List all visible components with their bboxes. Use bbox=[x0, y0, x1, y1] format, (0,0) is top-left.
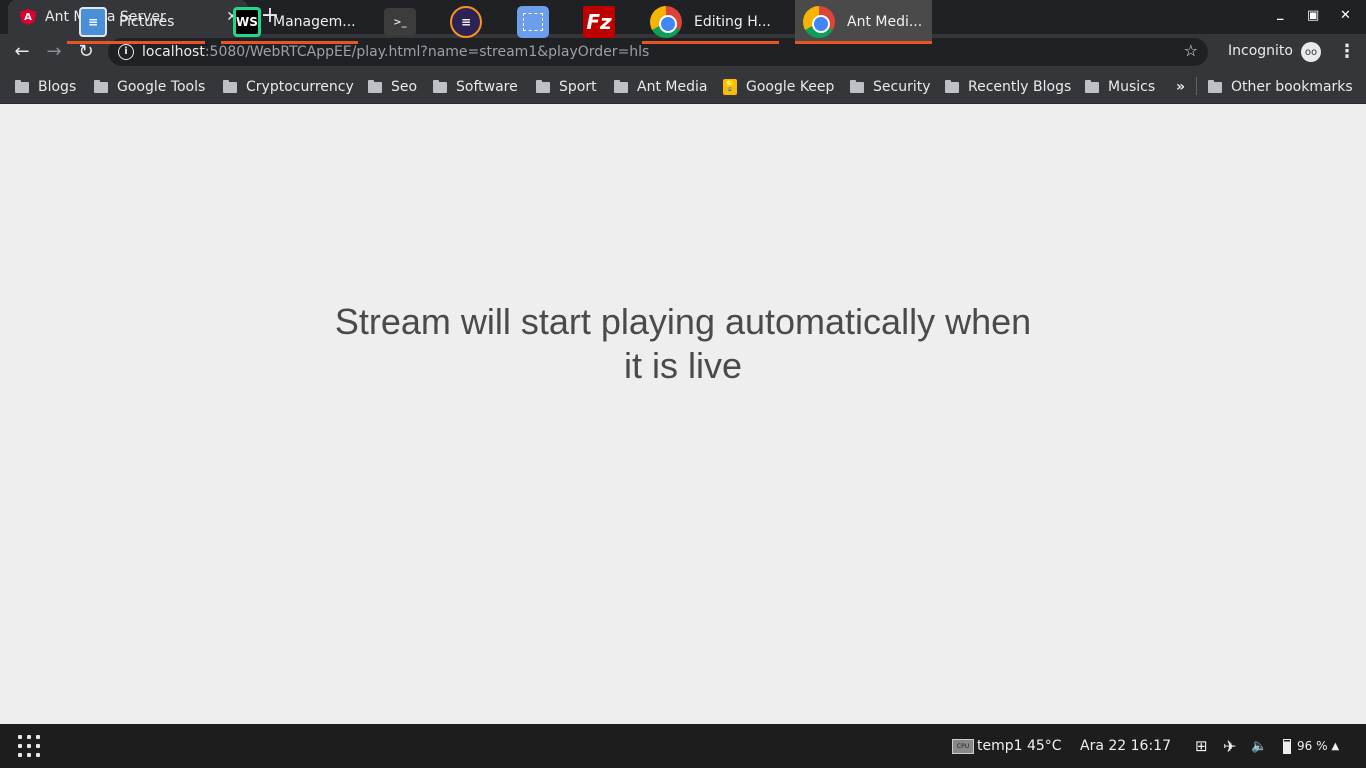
folder-icon bbox=[1085, 79, 1099, 93]
bookmark-sport[interactable]: Sport bbox=[536, 76, 597, 98]
bookmark-label: Musics bbox=[1108, 79, 1156, 95]
bookmark-musics[interactable]: Musics bbox=[1085, 76, 1155, 98]
folder-icon bbox=[1208, 79, 1222, 93]
terminal-icon: >_ bbox=[384, 8, 416, 36]
taskbar-item-label: Editing H... bbox=[694, 14, 771, 30]
bookmark-blogs[interactable]: Blogs bbox=[15, 76, 76, 98]
bookmark-label: Cryptocurrency bbox=[246, 79, 354, 95]
battery-icon bbox=[1283, 738, 1291, 754]
cpu-temp-label: temp1 45°C bbox=[977, 738, 1062, 754]
eclipse-icon: ≡ bbox=[450, 6, 482, 38]
url-host: localhost bbox=[142, 44, 205, 60]
forward-button[interactable]: → bbox=[42, 40, 66, 64]
folder-icon bbox=[433, 79, 447, 93]
airplane-mode-icon[interactable]: ✈ bbox=[1223, 724, 1236, 768]
stream-status-message: Stream will start playing automatically … bbox=[334, 301, 1032, 386]
bookmark-label: Google Keep bbox=[746, 79, 835, 95]
bookmark-label: Other bookmarks bbox=[1231, 79, 1353, 95]
bookmark-recently-blogs[interactable]: Recently Blogs bbox=[945, 76, 1071, 98]
bookmark-ant-media[interactable]: Ant Media bbox=[614, 76, 707, 98]
google-keep-icon: 💡 bbox=[723, 79, 737, 95]
bookmark-label: Seo bbox=[391, 79, 418, 95]
network-icon[interactable]: ⊞ bbox=[1195, 724, 1208, 768]
folder-icon bbox=[945, 79, 959, 93]
bookmark-software[interactable]: Software bbox=[433, 76, 518, 98]
taskbar-item-filezilla[interactable]: Fz bbox=[571, 0, 631, 44]
url-path: :5080/WebRTCAppEE/play.html?name=stream1… bbox=[204, 44, 650, 60]
bookmark-label: Software bbox=[456, 79, 518, 95]
page-content: Stream will start playing automatically … bbox=[0, 104, 1366, 724]
taskbar-item-chrome-editing[interactable]: Editing H... bbox=[642, 0, 779, 44]
taskbar-item-label: Managem... bbox=[273, 14, 356, 30]
bookmark-security[interactable]: Security bbox=[850, 76, 931, 98]
webstorm-icon: WS bbox=[233, 7, 261, 37]
folder-icon bbox=[850, 79, 864, 93]
incognito-icon[interactable]: oo bbox=[1301, 42, 1321, 62]
bookmark-google-keep[interactable]: 💡 Google Keep bbox=[723, 76, 834, 98]
bookmark-label: Security bbox=[873, 79, 931, 95]
battery-indicator[interactable]: 96 % ▲ bbox=[1283, 724, 1339, 768]
folder-icon bbox=[368, 79, 382, 93]
browser-menu-button[interactable]: ⋮ bbox=[1338, 41, 1356, 62]
bookmark-cryptocurrency[interactable]: Cryptocurrency bbox=[223, 76, 354, 98]
angular-icon: A bbox=[20, 9, 36, 25]
bookmarks-overflow-button[interactable]: » bbox=[1176, 76, 1185, 98]
incognito-label[interactable]: Incognito bbox=[1228, 43, 1293, 59]
clock[interactable]: Ara 22 16:17 bbox=[1080, 724, 1171, 768]
filezilla-icon: Fz bbox=[583, 6, 615, 38]
cpu-temp-indicator[interactable]: CPU temp1 45°C bbox=[952, 724, 1062, 768]
folder-icon bbox=[223, 79, 237, 93]
taskbar-item-eclipse[interactable]: ≡ bbox=[438, 0, 498, 44]
volume-icon[interactable]: 🔈 bbox=[1251, 724, 1267, 768]
taskbar-item-screenshot[interactable] bbox=[505, 0, 565, 44]
bookmark-star-icon[interactable]: ☆ bbox=[1184, 41, 1198, 60]
taskbar-item-terminal[interactable]: >_ bbox=[372, 0, 432, 44]
close-window-button[interactable]: ✕ bbox=[1340, 8, 1351, 23]
maximize-button[interactable]: ▣ bbox=[1307, 8, 1319, 23]
taskbar-item-label: Pictures bbox=[119, 14, 175, 30]
show-applications-icon[interactable] bbox=[18, 735, 40, 757]
bookmark-label: Sport bbox=[559, 79, 597, 95]
bookmark-label: Recently Blogs bbox=[968, 79, 1072, 95]
site-info-icon[interactable]: i bbox=[118, 44, 134, 60]
bookmark-google-tools[interactable]: Google Tools bbox=[94, 76, 205, 98]
bookmark-label: Google Tools bbox=[117, 79, 206, 95]
chrome-icon bbox=[803, 6, 835, 38]
folder-icon bbox=[94, 79, 108, 93]
back-button[interactable]: ← bbox=[10, 40, 34, 64]
bookmark-label: Ant Media bbox=[637, 79, 708, 95]
folder-icon bbox=[15, 79, 29, 93]
taskbar-item-chrome-ant-media[interactable]: Ant Medi... bbox=[795, 0, 932, 44]
bookmark-label: Blogs bbox=[38, 79, 77, 95]
screenshot-icon bbox=[517, 6, 549, 38]
folder-icon bbox=[614, 79, 628, 93]
taskbar-item-label: Ant Medi... bbox=[847, 14, 923, 30]
minimize-button[interactable]: _ bbox=[1277, 6, 1284, 21]
system-menu-arrow-icon: ▲ bbox=[1331, 740, 1340, 752]
bookmarks-separator bbox=[1196, 77, 1197, 95]
battery-percent: 96 % bbox=[1297, 739, 1328, 753]
chrome-icon bbox=[650, 6, 682, 38]
bookmark-seo[interactable]: Seo bbox=[368, 76, 417, 98]
taskbar-item-webstorm[interactable]: WS Managem... bbox=[221, 0, 358, 44]
cpu-icon: CPU bbox=[952, 738, 974, 754]
file-manager-icon: ≡ bbox=[79, 7, 107, 37]
taskbar-item-pictures[interactable]: ≡ Pictures bbox=[67, 0, 205, 44]
other-bookmarks[interactable]: Other bookmarks bbox=[1208, 76, 1353, 98]
folder-icon bbox=[536, 79, 550, 93]
